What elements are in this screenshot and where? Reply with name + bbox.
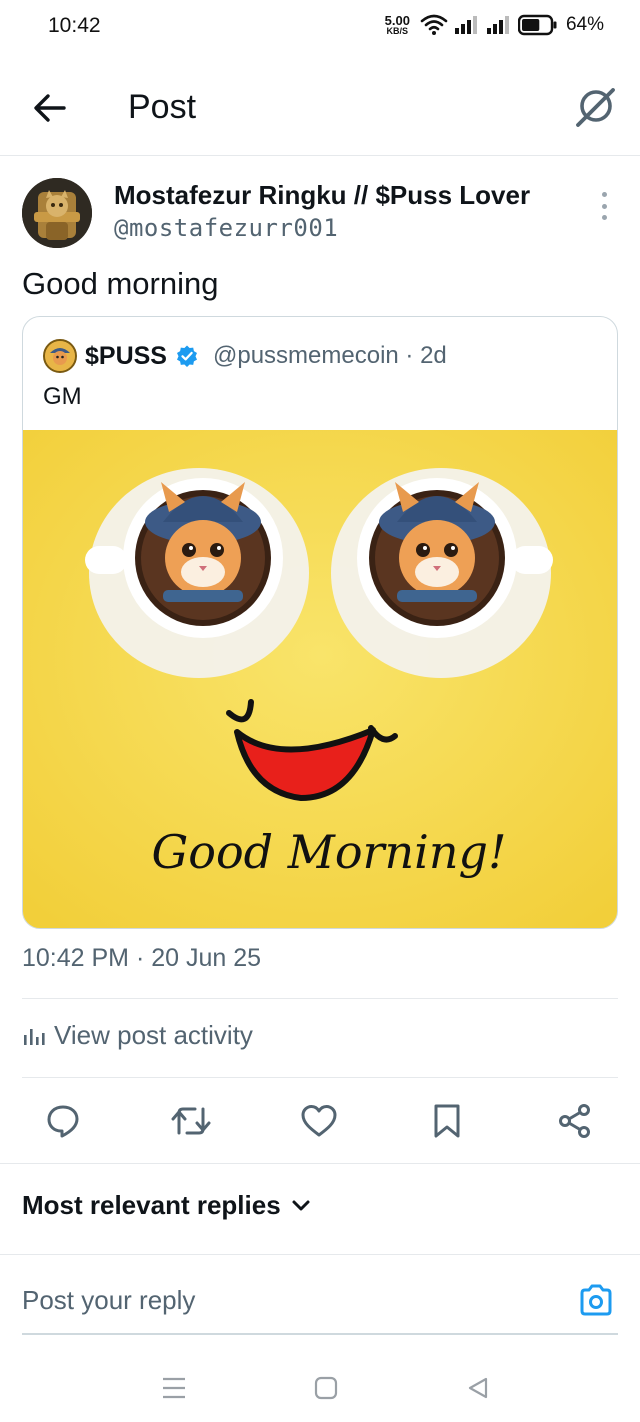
author-avatar[interactable]: [22, 178, 92, 248]
view-post-activity[interactable]: View post activity: [22, 1020, 253, 1051]
like-icon: [301, 1105, 337, 1137]
author-name[interactable]: Mostafezur Ringku // $Puss Lover: [114, 180, 530, 211]
analytics-icon: [24, 1028, 45, 1045]
menu-lines-icon: [163, 1377, 185, 1399]
reply-sort-label: Most relevant replies: [22, 1190, 281, 1220]
grok-icon: [576, 88, 615, 127]
reply-sort-dropdown[interactable]: Most relevant replies: [22, 1190, 311, 1221]
reply-button[interactable]: [38, 1096, 88, 1146]
divider: [0, 1254, 640, 1255]
reply-input-underline: [22, 1333, 618, 1335]
arrow-left-icon: [34, 94, 66, 122]
quoted-post-text: GM: [43, 383, 82, 410]
repost-icon: [171, 1107, 211, 1135]
more-dot-icon: [601, 215, 607, 220]
back-triangle-icon: [468, 1377, 488, 1399]
battery-icon: [517, 14, 557, 36]
bookmark-button[interactable]: [422, 1096, 472, 1146]
camera-button[interactable]: [576, 1280, 616, 1320]
image-caption: Good Morning!: [152, 825, 507, 879]
top-app-bar: Post: [0, 56, 640, 156]
network-speed-unit: KB/S: [386, 26, 409, 36]
bookmark-icon: [434, 1104, 460, 1138]
wifi-icon: [420, 14, 448, 35]
quoted-author-name: $PUSS: [85, 341, 167, 370]
divider: [22, 998, 618, 999]
view-post-activity-label: View post activity: [54, 1020, 253, 1050]
avatar-image: [22, 178, 92, 248]
status-time: 10:42: [48, 14, 101, 37]
back-button[interactable]: [26, 84, 74, 132]
verified-badge-icon: [176, 345, 197, 367]
quoted-avatar: [43, 339, 77, 373]
repost-button[interactable]: [166, 1096, 216, 1146]
more-dot-icon: [601, 192, 607, 197]
signal-icon: [454, 16, 477, 34]
good-morning-image: Good Morning!: [23, 430, 617, 928]
network-speed: 5.00 KB/S: [385, 14, 410, 36]
more-options-button[interactable]: [592, 192, 616, 220]
share-icon: [559, 1104, 590, 1138]
home-square-icon: [314, 1376, 338, 1400]
grok-button[interactable]: [572, 82, 620, 130]
system-back-button[interactable]: [458, 1368, 498, 1408]
divider: [0, 1163, 640, 1164]
reply-icon: [47, 1105, 79, 1138]
page-title: Post: [128, 88, 197, 126]
status-bar: 10:42 5.00 KB/S 64%: [0, 0, 640, 56]
more-dot-icon: [601, 203, 607, 209]
camera-icon: [580, 1284, 612, 1316]
recent-apps-button[interactable]: [154, 1368, 194, 1408]
quoted-post-image[interactable]: Good Morning!: [23, 430, 617, 928]
post-text: Good morning: [22, 266, 219, 301]
quoted-post[interactable]: $PUSS @pussmemecoin · 2d GM Good Morning…: [22, 316, 618, 929]
chevron-down-icon: [292, 1200, 310, 1210]
divider: [22, 1077, 618, 1078]
author-handle[interactable]: @mostafezurr001: [114, 214, 338, 242]
battery-percent: 64%: [565, 14, 604, 35]
post-timestamp[interactable]: 10:42 PM · 20 Jun 25: [22, 944, 261, 973]
home-button[interactable]: [306, 1368, 346, 1408]
share-button[interactable]: [550, 1096, 600, 1146]
reply-input[interactable]: [22, 1276, 542, 1324]
status-icons: 5.00 KB/S 64%: [385, 14, 604, 36]
quoted-post-header: $PUSS @pussmemecoin · 2d: [43, 339, 447, 373]
post-actions: [0, 1096, 640, 1148]
cat-avatar-icon: [45, 341, 75, 371]
signal-icon-2: [486, 16, 509, 34]
like-button[interactable]: [294, 1096, 344, 1146]
quoted-author-handle: @pussmemecoin · 2d: [212, 342, 447, 369]
system-navigation-bar: [0, 1350, 640, 1422]
